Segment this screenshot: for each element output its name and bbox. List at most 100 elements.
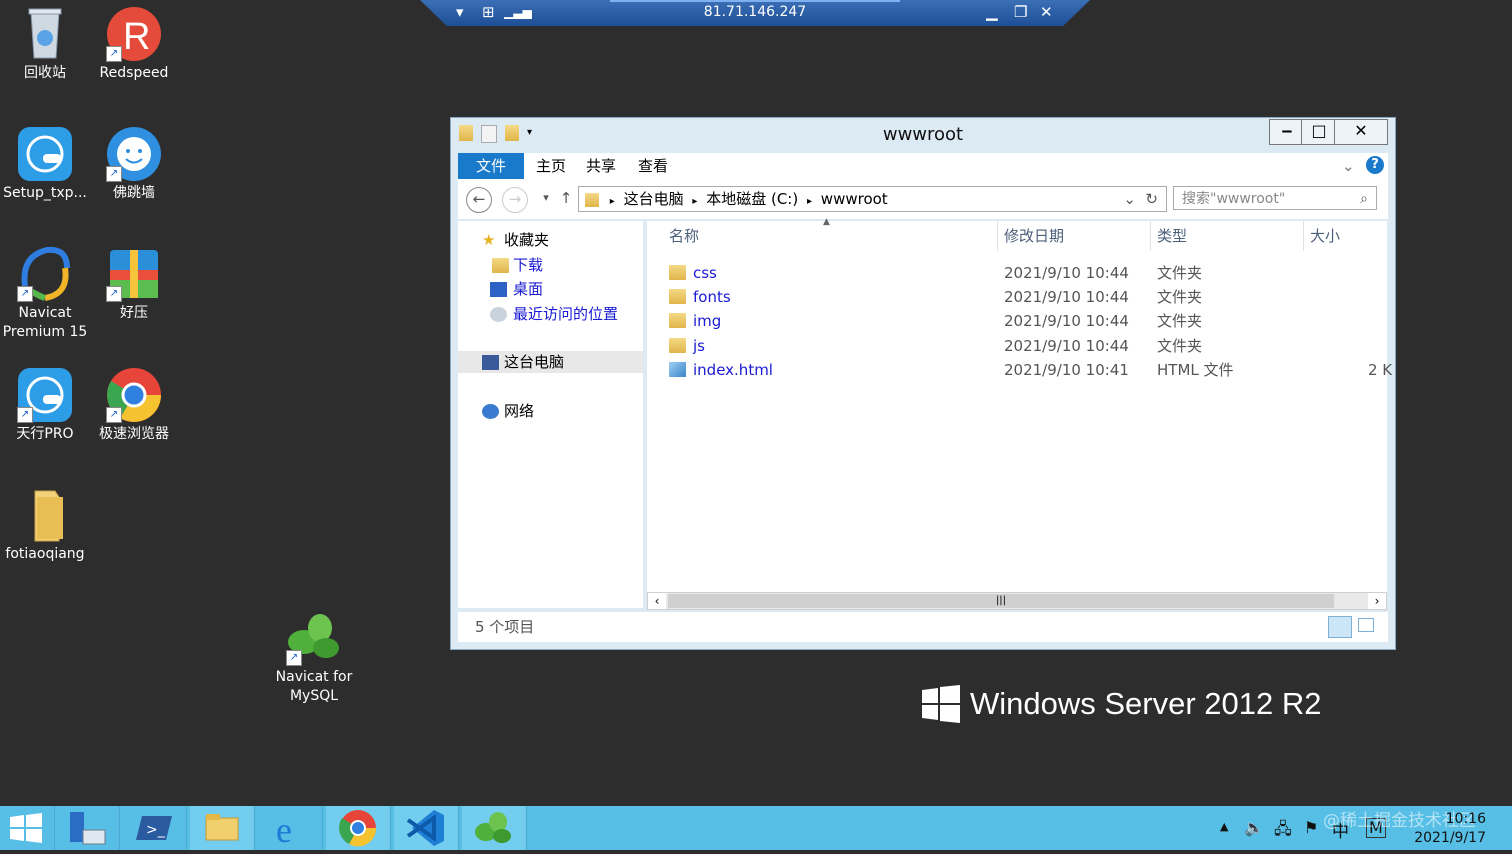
file-row[interactable]: js 2021/9/10 10:44 文件夹 (647, 334, 1387, 358)
rdp-minimize-button[interactable]: ▁ (986, 3, 998, 21)
back-button[interactable]: ← (466, 187, 492, 213)
window-titlebar[interactable]: ▾ wwwroot ‒ □ ✕ (451, 118, 1395, 151)
scroll-thumb[interactable]: ||| (668, 594, 1334, 608)
window-title: wwwroot (882, 124, 964, 145)
desktop-icon-label: 佛跳墙 (113, 185, 155, 201)
os-brand-text: Windows Server 2012 R2 (970, 686, 1322, 721)
nav-recent[interactable]: 最近访问的位置 (458, 303, 643, 325)
show-hidden-icons-icon[interactable]: ▲ (1220, 820, 1228, 833)
column-header-type[interactable]: 类型 (1151, 221, 1304, 251)
network-status-icon[interactable]: 🖧 (1274, 818, 1292, 845)
browser-icon (339, 810, 377, 847)
tab-view[interactable]: 查看 (638, 153, 668, 179)
desktop-icon-browser[interactable]: ↗ 极速浏览器 (89, 367, 179, 444)
desktop-icon-setup-txp[interactable]: Setup_txp... (0, 126, 90, 203)
refresh-icon[interactable]: ↻ (1145, 187, 1158, 211)
ribbon-tabs: 文件 主页 共享 查看 ⌄ ? (458, 153, 1388, 179)
file-date: 2021/9/10 10:44 (1004, 337, 1129, 355)
nav-downloads[interactable]: 下载 (458, 254, 643, 276)
desktop-icon-redspeed[interactable]: R ↗ Redspeed (89, 6, 179, 83)
large-icons-view-icon[interactable] (1358, 618, 1374, 632)
file-date: 2021/9/10 10:44 (1004, 288, 1129, 306)
expand-ribbon-icon[interactable]: ⌄ (1342, 153, 1355, 179)
desktop-icon-label: Navicat for MySQL (275, 669, 353, 704)
column-header-size[interactable]: 大小 (1304, 221, 1387, 251)
taskbar-navicat[interactable] (462, 806, 527, 850)
maximize-button[interactable]: □ (1301, 119, 1337, 145)
desktop-icon-recycle-bin[interactable]: 回收站 (0, 6, 90, 83)
nav-network[interactable]: 网络 (458, 400, 643, 422)
folder-icon (585, 192, 599, 207)
desktop-icon-navicat-premium[interactable]: ↗ Navicat Premium 15 (0, 246, 90, 342)
scroll-left-icon[interactable]: ‹ (648, 593, 666, 609)
desktop-icon-label: Navicat Premium 15 (2, 305, 88, 340)
tab-share[interactable]: 共享 (586, 153, 616, 179)
navigation-pane: ★ 收藏夹 下载 桌面 最近访问的位置 这台电脑 网络 (458, 221, 643, 608)
tab-file[interactable]: 文件 (458, 153, 524, 179)
desktop-icon-navicat-mysql[interactable]: ↗ Navicat for MySQL (269, 610, 359, 706)
search-input[interactable]: 搜索"wwwroot" ⌕ (1173, 186, 1377, 210)
taskbar-file-explorer[interactable] (190, 806, 255, 850)
horizontal-scrollbar[interactable]: ‹ ||| › (647, 592, 1387, 610)
nav-favorites[interactable]: ★ 收藏夹 (458, 229, 643, 251)
breadcrumb-local-disk[interactable]: 本地磁盘 (C:) (706, 187, 798, 211)
desktop-icon-label: 好压 (120, 305, 148, 321)
navicat-premium-icon: ↗ (17, 246, 73, 302)
start-button[interactable] (0, 806, 55, 850)
file-size: 2 K (1368, 361, 1393, 379)
downloads-icon (492, 258, 509, 273)
nav-desktop[interactable]: 桌面 (458, 278, 643, 300)
desktop-icon-haozip[interactable]: ↗ 好压 (89, 246, 179, 323)
svg-text:>_: >_ (146, 822, 166, 838)
close-button[interactable]: ✕ (1334, 119, 1388, 145)
clock-time: 10:16 (1445, 811, 1486, 827)
clock[interactable]: 10:16 2021/9/17 (1414, 810, 1486, 848)
column-header-date[interactable]: 修改日期 (998, 221, 1151, 251)
remote-desktop-bar: ▾ ⊞ ▁▃▅ 81.71.146.247 ▁ ❐ ✕ (420, 0, 1090, 26)
desktop-icon-label: Redspeed (99, 65, 169, 81)
file-row[interactable]: img 2021/9/10 10:44 文件夹 (647, 309, 1387, 333)
file-row[interactable]: index.html 2021/9/10 10:41 HTML 文件 2 K (647, 358, 1392, 382)
help-icon[interactable]: ? (1366, 156, 1384, 174)
setup-txp-icon (17, 126, 73, 182)
nav-this-pc[interactable]: 这台电脑 (458, 351, 643, 373)
breadcrumb-wwwroot[interactable]: wwwroot (821, 187, 888, 211)
details-view-icon[interactable] (1328, 616, 1352, 638)
taskbar-server-manager[interactable] (55, 806, 120, 850)
recent-places-icon (490, 307, 507, 322)
internet-explorer-icon: e (276, 810, 292, 850)
windows-logo-icon (922, 685, 960, 723)
desktop-icon (490, 282, 507, 297)
address-bar[interactable]: ▸ 这台电脑 ▸ 本地磁盘 (C:) ▸ wwwroot ⌄ ↻ (578, 186, 1167, 212)
os-brand: Windows Server 2012 R2 (922, 685, 1322, 723)
file-date: 2021/9/10 10:41 (1004, 361, 1129, 379)
breadcrumb-this-pc[interactable]: 这台电脑 (624, 187, 684, 211)
desktop-icon-fotiaoqiang[interactable]: fotiaoqiang (0, 487, 90, 564)
file-row[interactable]: fonts 2021/9/10 10:44 文件夹 (647, 285, 1387, 309)
volume-muted-icon[interactable]: 🔈 (1244, 818, 1264, 837)
scroll-right-icon[interactable]: › (1368, 593, 1386, 609)
vscode-icon (406, 810, 444, 846)
action-center-icon[interactable]: ⚑ (1304, 818, 1318, 837)
file-row[interactable]: css 2021/9/10 10:44 文件夹 (647, 261, 1387, 285)
desktop-icon-tianxing-pro[interactable]: ↗ 天行PRO (0, 367, 90, 444)
svg-text:R: R (123, 16, 150, 58)
up-button[interactable]: ↑ (554, 187, 578, 211)
desktop-icon-buddha[interactable]: ↗ 佛跳墙 (89, 126, 179, 203)
file-type: 文件夹 (1157, 264, 1203, 282)
taskbar-internet-explorer[interactable]: e (258, 806, 323, 850)
file-type: 文件夹 (1157, 288, 1203, 306)
taskbar-vscode[interactable] (394, 806, 459, 850)
address-dropdown-icon[interactable]: ⌄ (1123, 187, 1136, 211)
search-icon[interactable]: ⌕ (1360, 187, 1368, 211)
taskbar-browser[interactable] (326, 806, 391, 850)
taskbar: >_ e ▲ 🔈 🖧 ⚑ 中 M @稀土掘金技术社区 10:16 2021/9/… (0, 806, 1512, 850)
column-header-name[interactable]: 名称 (663, 221, 998, 251)
svg-text:e: e (276, 810, 292, 850)
rdp-close-button[interactable]: ✕ (1040, 3, 1053, 21)
minimize-button[interactable]: ‒ (1269, 119, 1305, 145)
taskbar-powershell[interactable]: >_ (122, 806, 187, 850)
rdp-restore-button[interactable]: ❐ (1014, 3, 1027, 21)
forward-button[interactable]: → (502, 187, 528, 213)
tab-home[interactable]: 主页 (536, 153, 566, 179)
